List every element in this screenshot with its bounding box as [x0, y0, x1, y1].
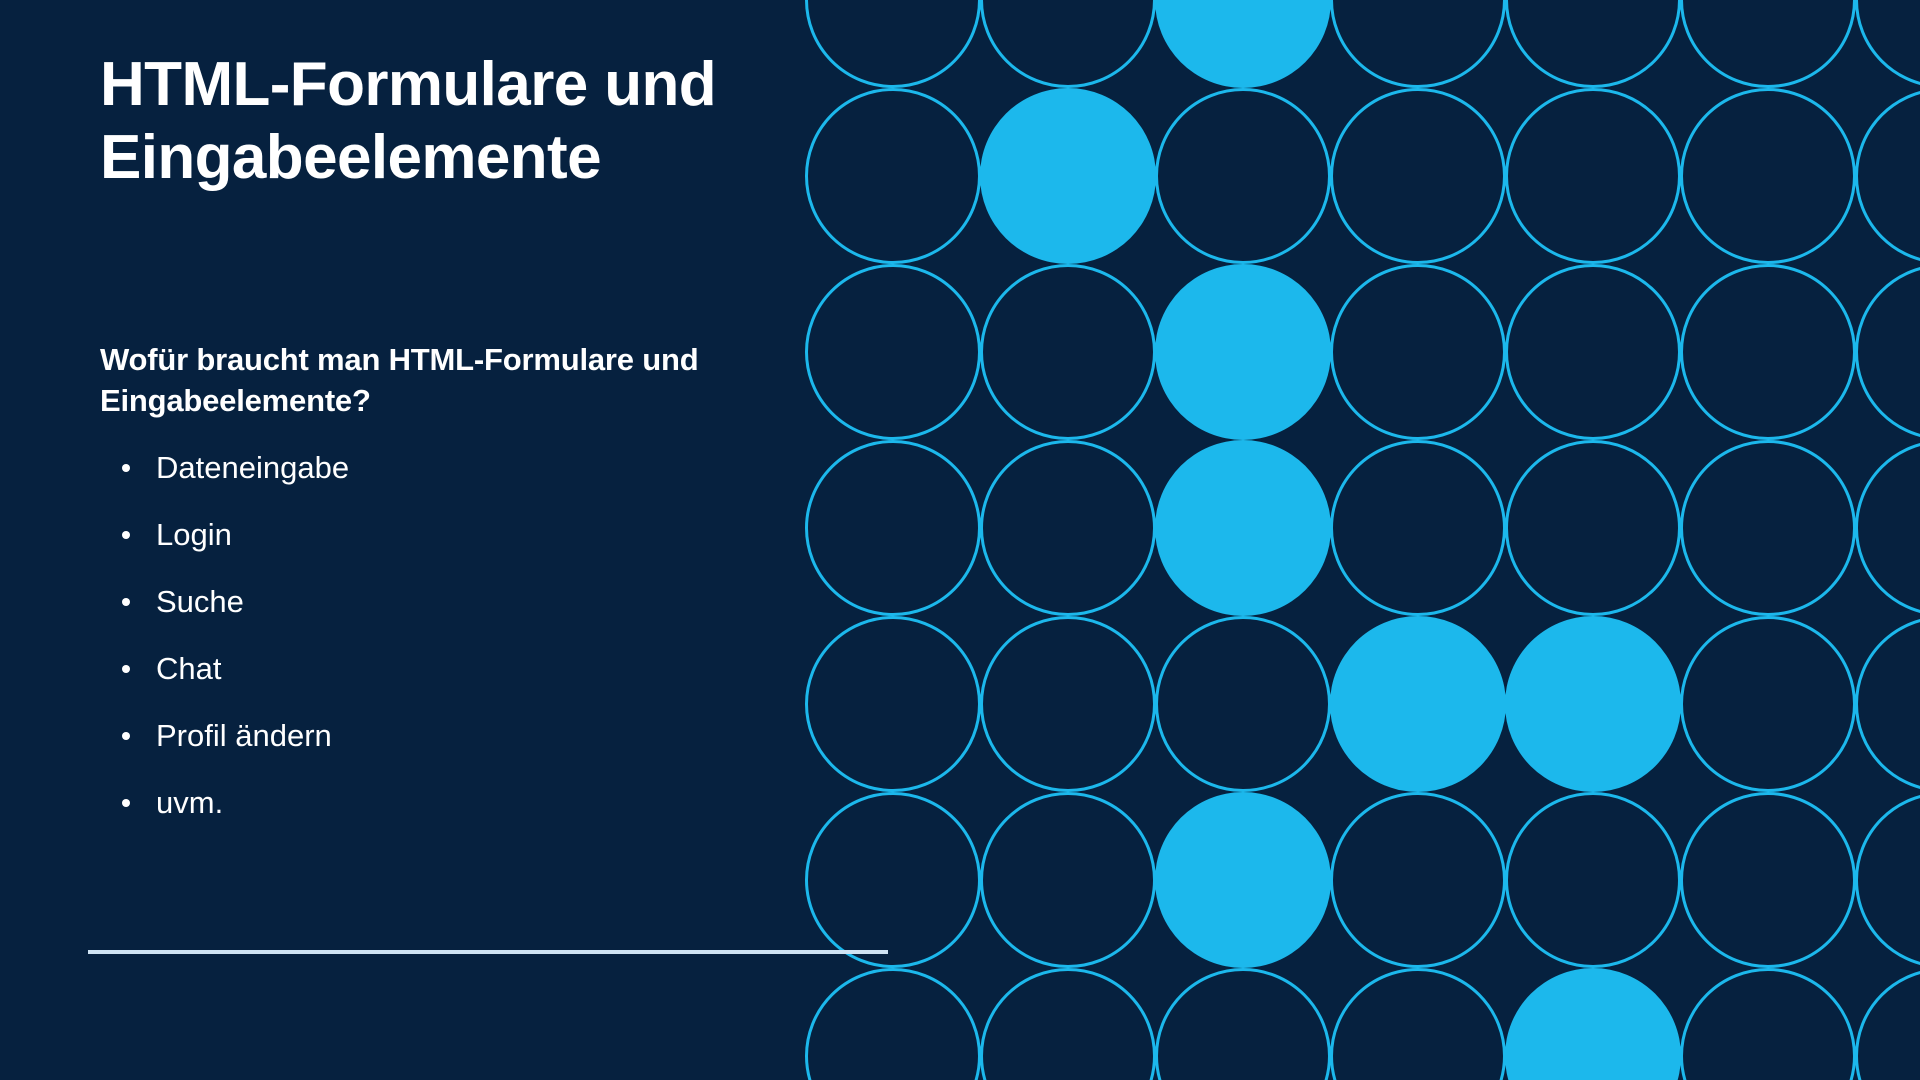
decorative-outline-circle [1155, 88, 1331, 264]
bullet-dot-icon [122, 463, 130, 472]
decorative-filled-circle [1505, 616, 1681, 792]
decorative-outline-circle [980, 968, 1156, 1080]
list-item-label: Dateneingabe [156, 450, 350, 485]
decorative-outline-circle [1330, 440, 1506, 616]
decorative-outline-circle [1330, 968, 1506, 1080]
page-title: HTML-Formulare und Eingabeelemente [100, 50, 717, 193]
outline-circles [805, 0, 1920, 1080]
decorative-outline-circle [980, 792, 1156, 968]
list-item: Chat [100, 653, 349, 684]
bullet-list: Dateneingabe Login Suche Chat Profil ändern u… [100, 452, 349, 854]
decorative-outline-circle [1855, 795, 1920, 965]
bullet-dot-icon [122, 731, 130, 740]
decorative-outline-circle [1330, 88, 1506, 264]
slide-canvas: HTML-Formulare und Eingabeelemente Wofür… [0, 0, 1920, 1080]
decorative-filled-circle [1330, 616, 1506, 792]
decorative-filled-circle [1155, 0, 1331, 88]
decorative-outline-circle [1855, 91, 1920, 261]
decorative-outline-circle [1505, 264, 1681, 440]
decorative-outline-circle [1680, 264, 1856, 440]
list-item-label: Login [156, 517, 232, 552]
decorative-outline-circle [1680, 88, 1856, 264]
decorative-outline-circle [980, 264, 1156, 440]
bullet-dot-icon [122, 597, 130, 606]
decorative-outline-circle [1855, 619, 1920, 789]
decorative-filled-circle [1155, 264, 1331, 440]
decorative-outline-circle [1680, 792, 1856, 968]
filled-circles [980, 0, 1681, 1080]
decorative-outline-circle [1505, 88, 1681, 264]
list-item-label: uvm. [156, 785, 224, 820]
decorative-outline-circle [1505, 792, 1681, 968]
decorative-outline-circle [1330, 264, 1506, 440]
bullet-dot-icon [122, 664, 130, 673]
list-item: uvm. [100, 787, 349, 818]
decorative-outline-circle [1330, 0, 1506, 88]
decorative-outline-circle [980, 0, 1156, 88]
list-item-label: Profil ändern [156, 718, 332, 753]
decorative-filled-circle [1155, 792, 1331, 968]
decorative-outline-circle [1855, 267, 1920, 437]
decorative-filled-circle [1155, 440, 1331, 616]
horizontal-divider [88, 950, 888, 954]
list-item-label: Suche [156, 584, 244, 619]
decorative-outline-circle [1505, 0, 1681, 88]
bullet-dot-icon [122, 530, 130, 539]
decorative-outline-circle [1680, 0, 1856, 88]
decorative-outline-circle [1680, 440, 1856, 616]
decorative-outline-circle [1155, 968, 1331, 1080]
decorative-outline-circle [1680, 616, 1856, 792]
decorative-outline-circle [1855, 0, 1920, 85]
bullet-dot-icon [122, 798, 130, 807]
decorative-outline-circle [980, 440, 1156, 616]
list-item: Profil ändern [100, 720, 349, 751]
decorative-outline-circle [1155, 616, 1331, 792]
decorative-outline-circle [1855, 443, 1920, 613]
decorative-outline-circle [1505, 440, 1681, 616]
decorative-filled-circle [1505, 968, 1681, 1080]
decorative-outline-circle [1330, 792, 1506, 968]
list-item: Login [100, 519, 349, 550]
section-question: Wofür braucht man HTML-Formulare und Ein… [100, 342, 699, 418]
decorative-outline-circle [1855, 971, 1920, 1080]
list-item: Suche [100, 586, 349, 617]
decorative-outline-circle [1680, 968, 1856, 1080]
list-item: Dateneingabe [100, 452, 349, 483]
decorative-outline-circle [980, 616, 1156, 792]
decorative-filled-circle [980, 88, 1156, 264]
list-item-label: Chat [156, 651, 222, 686]
text-column: HTML-Formulare und Eingabeelemente Wofür… [0, 0, 960, 1080]
